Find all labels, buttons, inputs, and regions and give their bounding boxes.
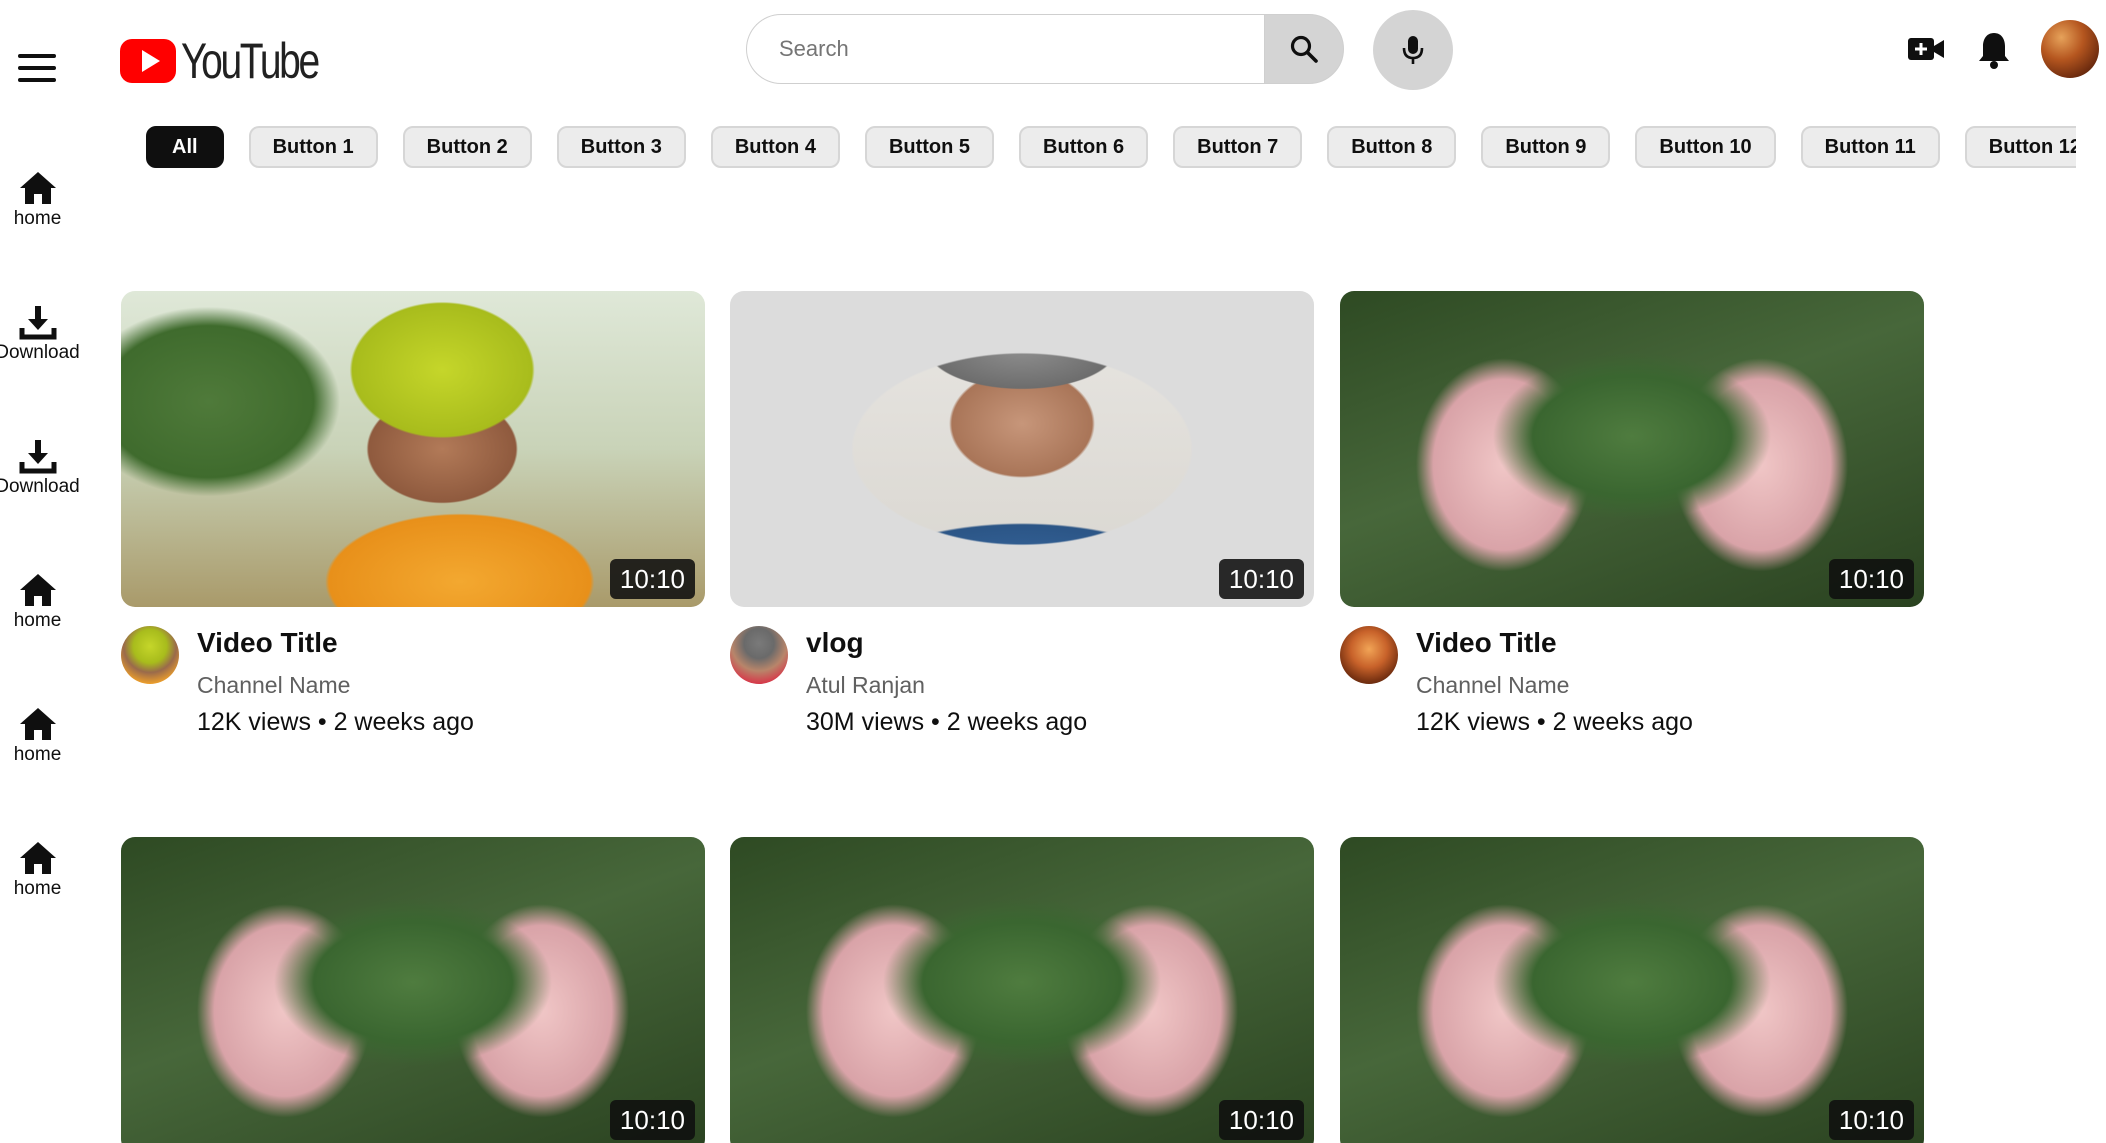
- video-duration: 10:10: [1218, 559, 1304, 599]
- video-duration: 10:10: [1218, 1100, 1304, 1140]
- sidebar-item-download[interactable]: Download: [0, 304, 85, 364]
- home-icon: [19, 842, 56, 874]
- chip-button-5[interactable]: Button 5: [864, 126, 995, 168]
- video-meta: 30M views • 2 weeks ago: [806, 708, 1088, 736]
- chip-button-6[interactable]: Button 6: [1019, 126, 1149, 168]
- channel-avatar[interactable]: [1340, 626, 1398, 684]
- search-input[interactable]: [746, 14, 1264, 84]
- video-duration: 10:10: [1828, 1100, 1914, 1140]
- video-duration: 10:10: [609, 1100, 695, 1140]
- sidebar-item-label: Download: [0, 476, 80, 497]
- channel-name[interactable]: Atul Ranjan: [806, 672, 925, 699]
- video-meta: 12K views • 2 weeks ago: [197, 708, 474, 736]
- notifications-bell-icon[interactable]: [1975, 30, 2013, 70]
- user-avatar[interactable]: [2041, 20, 2099, 78]
- video-card[interactable]: 10:10: [1340, 291, 1924, 607]
- download-icon: [19, 440, 56, 474]
- sidebar-item-download[interactable]: Download: [0, 438, 85, 498]
- video-card[interactable]: 10:10: [1340, 837, 1924, 1143]
- chip-button-2[interactable]: Button 2: [402, 126, 532, 168]
- video-meta: 12K views • 2 weeks ago: [1416, 708, 1693, 736]
- sidebar-item-home[interactable]: home: [0, 170, 85, 230]
- logo-wordmark: YouTube: [181, 33, 320, 89]
- search-icon: [1290, 35, 1318, 63]
- video-title[interactable]: Video Title: [1416, 627, 1557, 659]
- video-thumbnail[interactable]: 10:10: [730, 837, 1314, 1143]
- video-thumbnail[interactable]: 10:10: [121, 837, 705, 1143]
- channel-avatar[interactable]: [730, 626, 788, 684]
- chip-button-1[interactable]: Button 1: [248, 126, 378, 168]
- video-thumbnail[interactable]: 10:10: [1340, 837, 1924, 1143]
- sidebar-item-label: home: [13, 208, 62, 229]
- video-thumbnail[interactable]: 10:10: [1340, 291, 1924, 607]
- chip-button-3[interactable]: Button 3: [556, 126, 686, 168]
- channel-avatar[interactable]: [121, 626, 179, 684]
- channel-name[interactable]: Channel Name: [197, 672, 350, 699]
- video-duration: 10:10: [1828, 559, 1914, 599]
- video-card[interactable]: 10:10: [730, 837, 1314, 1143]
- category-chip-bar: All Button 1 Button 2 Button 3 Button 4 …: [146, 126, 2076, 168]
- menu-icon[interactable]: [18, 54, 56, 82]
- video-title[interactable]: Video Title: [197, 627, 338, 659]
- voice-search-button[interactable]: [1373, 10, 1453, 90]
- video-thumbnail[interactable]: 10:10: [121, 291, 705, 607]
- youtube-logo[interactable]: YouTube: [120, 36, 356, 86]
- sidebar-item-label: home: [13, 878, 62, 899]
- chip-all[interactable]: All: [146, 126, 224, 168]
- home-icon: [19, 574, 56, 606]
- sidebar-item-home[interactable]: home: [0, 840, 85, 900]
- chip-button-8[interactable]: Button 8: [1327, 126, 1457, 168]
- video-card[interactable]: 10:10: [121, 291, 705, 607]
- sidebar-item-label: home: [13, 744, 62, 765]
- chip-button-10[interactable]: Button 10: [1635, 126, 1776, 168]
- chip-button-4[interactable]: Button 4: [710, 126, 840, 168]
- sidebar-item-label: home: [13, 610, 62, 631]
- create-video-icon[interactable]: [1906, 32, 1946, 66]
- video-title[interactable]: vlog: [806, 627, 864, 659]
- video-thumbnail[interactable]: 10:10: [730, 291, 1314, 607]
- sidebar-item-home[interactable]: home: [0, 706, 85, 766]
- video-card[interactable]: 10:10: [121, 837, 705, 1143]
- sidebar-item-label: Download: [0, 342, 80, 363]
- search-button[interactable]: [1264, 14, 1344, 84]
- channel-name[interactable]: Channel Name: [1416, 672, 1569, 699]
- chip-button-11[interactable]: Button 11: [1800, 126, 1940, 168]
- video-card[interactable]: 10:10: [730, 291, 1314, 607]
- home-icon: [19, 172, 56, 204]
- download-icon: [19, 306, 56, 340]
- chip-button-7[interactable]: Button 7: [1173, 126, 1303, 168]
- youtube-play-icon: [120, 39, 176, 83]
- video-duration: 10:10: [609, 559, 695, 599]
- search-bar: [746, 14, 1344, 84]
- sidebar-item-home[interactable]: home: [0, 572, 85, 632]
- chip-button-12[interactable]: Button 12: [1964, 126, 2076, 168]
- home-icon: [19, 708, 56, 740]
- chip-button-9[interactable]: Button 9: [1481, 126, 1611, 168]
- microphone-icon: [1402, 36, 1424, 64]
